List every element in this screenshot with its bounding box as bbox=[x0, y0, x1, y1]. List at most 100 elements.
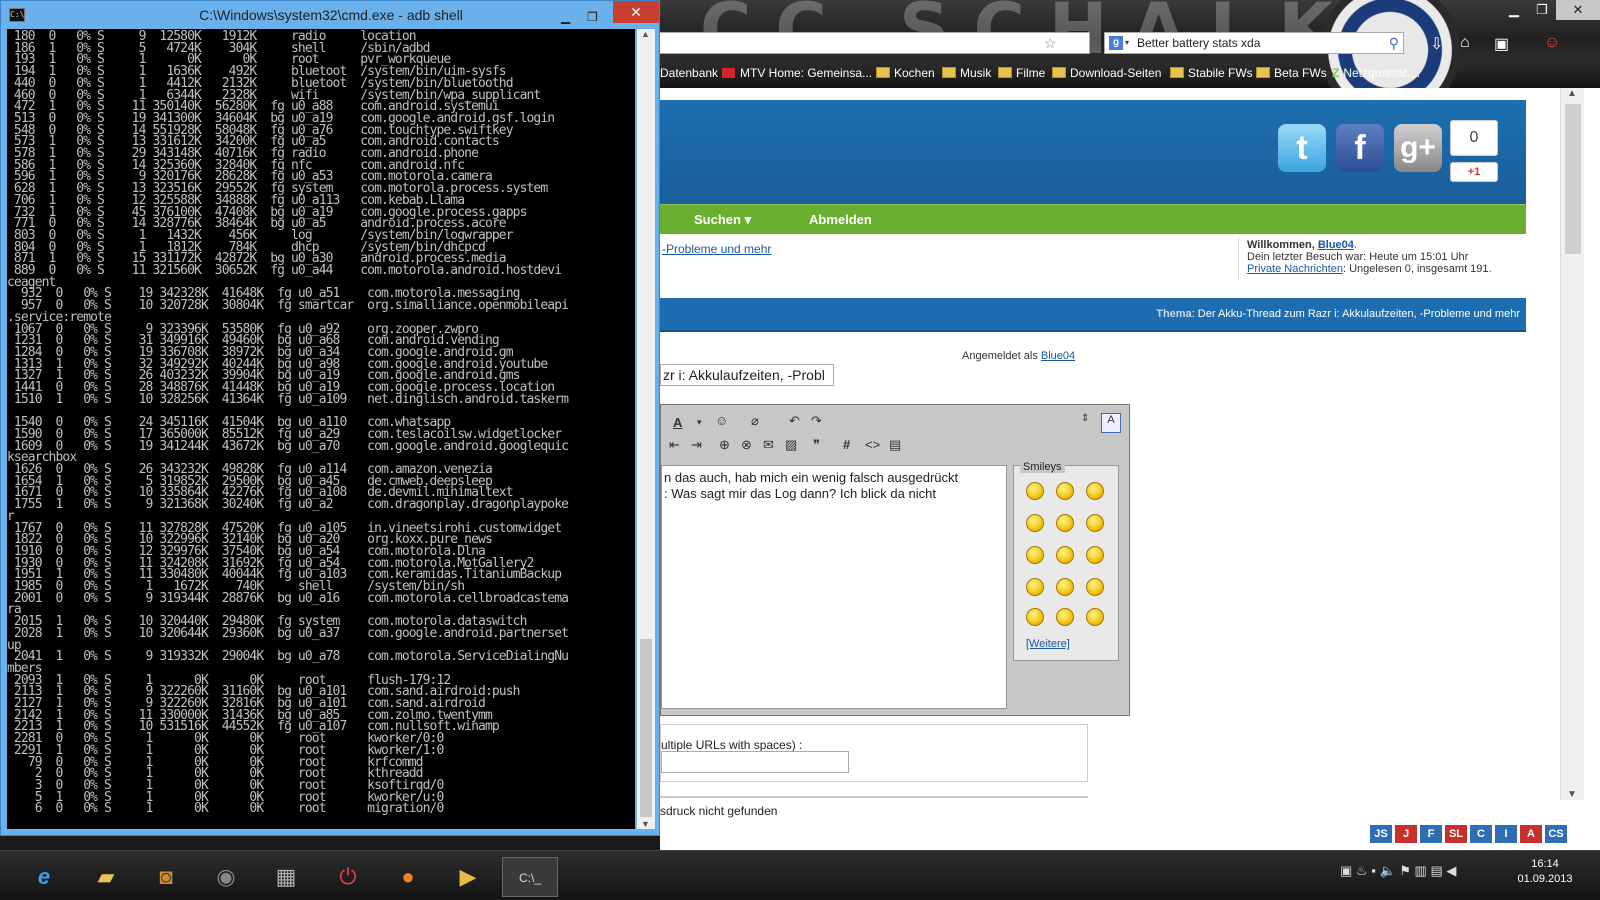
bookmark-item[interactable]: MTV Home: Gemeinsa... bbox=[722, 66, 872, 80]
undo-icon[interactable]: ↶ bbox=[789, 413, 800, 429]
lang-button[interactable]: J bbox=[1395, 825, 1417, 843]
bookmark-star-icon[interactable]: ☆ bbox=[1044, 35, 1057, 52]
power-icon[interactable]: ⏻ bbox=[320, 857, 376, 897]
attachment-icon[interactable]: ⌀ bbox=[751, 413, 759, 429]
breadcrumb-link[interactable]: -Probleme und mehr bbox=[662, 242, 771, 256]
smiley-icon[interactable] bbox=[1026, 608, 1044, 626]
browser-maximize-button[interactable]: ❐ bbox=[1528, 0, 1556, 20]
addon-icon[interactable]: ☺ bbox=[1544, 34, 1560, 52]
scroll-down-icon[interactable]: ▼ bbox=[641, 819, 650, 829]
indent-icon[interactable]: ⇥ bbox=[691, 437, 702, 453]
home-icon[interactable]: ⌂ bbox=[1460, 34, 1470, 52]
code-icon[interactable]: <> bbox=[865, 437, 880, 452]
gplus-one-button[interactable]: +1 bbox=[1450, 162, 1498, 182]
unlink-icon[interactable]: ⊗ bbox=[741, 437, 752, 453]
bookmark-folder[interactable]: Beta FWs bbox=[1256, 66, 1327, 80]
redo-icon[interactable]: ↷ bbox=[811, 413, 822, 429]
smiley-icon[interactable] bbox=[1086, 546, 1104, 564]
tray-icon[interactable]: ▣ bbox=[1340, 863, 1352, 878]
more-smileys-link[interactable]: [Weitere] bbox=[1026, 638, 1070, 650]
lang-button[interactable]: A bbox=[1520, 825, 1542, 843]
lang-button[interactable]: SL bbox=[1445, 825, 1467, 843]
color-dropdown-icon[interactable]: ▾ bbox=[697, 417, 702, 428]
video-player-icon[interactable]: ▶ bbox=[440, 857, 496, 897]
url-bar[interactable]: ☆ bbox=[660, 32, 1090, 54]
browser-close-button[interactable]: ✕ bbox=[1556, 0, 1600, 20]
bookmark-folder[interactable]: Stabile FWs bbox=[1170, 66, 1253, 80]
quote-icon[interactable]: ❞ bbox=[813, 437, 820, 453]
bookmark-folder[interactable]: Musik bbox=[942, 66, 991, 80]
smiley-icon[interactable] bbox=[1056, 578, 1074, 596]
cmd-maximize-button[interactable]: ❐ bbox=[587, 3, 598, 31]
lang-button[interactable]: C bbox=[1470, 825, 1492, 843]
smiley-icon[interactable] bbox=[1056, 608, 1074, 626]
page-scrollbar[interactable]: ▲ ▼ bbox=[1560, 88, 1584, 800]
nav-search[interactable]: Suchen ▾ bbox=[694, 212, 751, 228]
lang-button[interactable]: I bbox=[1495, 825, 1517, 843]
smiley-icon[interactable] bbox=[1026, 578, 1044, 596]
email-icon[interactable]: ✉ bbox=[763, 437, 774, 453]
message-textarea[interactable]: n das auch, hab mich ein wenig falsch au… bbox=[661, 465, 1007, 709]
smiley-icon[interactable] bbox=[1056, 514, 1074, 532]
search-bar[interactable]: g ▾ Better battery stats xda ⚲ bbox=[1104, 32, 1404, 54]
cmd-close-button[interactable]: ✕ bbox=[613, 1, 659, 23]
lang-button[interactable]: F bbox=[1420, 825, 1442, 843]
smiley-icon[interactable] bbox=[1026, 482, 1044, 500]
scroll-thumb[interactable] bbox=[640, 639, 652, 817]
tray-icon[interactable]: ▤ bbox=[1430, 863, 1442, 878]
hash-icon[interactable]: # bbox=[843, 437, 850, 452]
smiley-icon[interactable] bbox=[1086, 514, 1104, 532]
smiley-icon[interactable] bbox=[1026, 514, 1044, 532]
bookmark-folder[interactable]: Download-Seiten bbox=[1052, 66, 1161, 80]
bookmark-folder[interactable]: Filme bbox=[998, 66, 1045, 80]
smiley-icon[interactable] bbox=[1056, 482, 1074, 500]
bookmark-folder[interactable]: Kochen bbox=[876, 66, 935, 80]
post-title-input[interactable]: zr i: Akkulaufzeiten, -Probl bbox=[660, 364, 834, 386]
flag-icon[interactable]: ⚑ bbox=[1399, 863, 1411, 878]
firefox-icon[interactable]: ● bbox=[380, 857, 436, 897]
smiley-icon[interactable] bbox=[1086, 578, 1104, 596]
taskbar-clock[interactable]: 16:14 01.09.2013 bbox=[1510, 857, 1580, 887]
tray-icon[interactable]: ▪ bbox=[1371, 863, 1376, 878]
image-icon[interactable]: ▨ bbox=[785, 437, 797, 453]
bookmarks-menu-icon[interactable]: ▣ bbox=[1494, 34, 1509, 54]
tray-icon[interactable]: ♨ bbox=[1356, 863, 1368, 878]
smiley-icon[interactable] bbox=[1026, 546, 1044, 564]
switch-editor-mode-icon[interactable]: A bbox=[1101, 413, 1121, 433]
smiley-icon[interactable] bbox=[1086, 482, 1104, 500]
resize-icon[interactable]: ⇕ bbox=[1081, 413, 1089, 424]
media-player-icon[interactable]: ◉ bbox=[198, 857, 254, 897]
search-icon[interactable]: ⚲ bbox=[1389, 33, 1399, 53]
nav-logout[interactable]: Abmelden bbox=[809, 212, 872, 227]
smiley-icon[interactable] bbox=[1056, 546, 1074, 564]
internet-explorer-icon[interactable]: e bbox=[16, 857, 72, 897]
lang-button[interactable]: JS bbox=[1370, 825, 1392, 843]
logged-in-user-link[interactable]: Blue04 bbox=[1041, 350, 1075, 362]
scroll-thumb[interactable] bbox=[1565, 104, 1581, 254]
app-icon-2[interactable]: ▦ bbox=[258, 857, 314, 897]
bookmark-item[interactable]: Z Netzqualität:... bbox=[1332, 66, 1420, 80]
facebook-icon[interactable]: f bbox=[1336, 124, 1384, 172]
engine-dropdown-icon[interactable]: ▾ bbox=[1125, 33, 1129, 53]
twitter-icon[interactable]: t bbox=[1278, 124, 1326, 172]
php-icon[interactable]: ▤ bbox=[889, 437, 901, 453]
console-output[interactable]: 180 0 0% S 9 12580K 1912K radio location… bbox=[7, 29, 635, 829]
bookmark-item[interactable]: Datenbank bbox=[660, 66, 718, 80]
link-icon[interactable]: ⊕ bbox=[719, 437, 730, 453]
google-plus-icon[interactable]: g+ bbox=[1394, 124, 1442, 172]
scroll-down-icon[interactable]: ▼ bbox=[1567, 789, 1577, 800]
cmd-minimize-button[interactable]: ▁ bbox=[561, 3, 570, 31]
download-icon[interactable]: ⇩ bbox=[1430, 34, 1443, 54]
speaker-icon[interactable]: ◀ bbox=[1446, 863, 1456, 878]
scroll-up-icon[interactable]: ▲ bbox=[641, 29, 650, 39]
user-link[interactable]: Blue04 bbox=[1318, 239, 1354, 251]
url-input[interactable] bbox=[661, 751, 849, 773]
cmd-titlebar[interactable]: C:\ C:\Windows\system32\cmd.exe - adb sh… bbox=[1, 1, 661, 29]
browser-minimize-button[interactable]: ▁ bbox=[1500, 0, 1528, 20]
app-icon-1[interactable]: ◙ bbox=[138, 857, 194, 897]
lang-button[interactable]: CS bbox=[1545, 825, 1567, 843]
text-color-icon[interactable]: A bbox=[673, 415, 682, 430]
cmd-taskbar-icon[interactable]: C:\_ bbox=[502, 857, 558, 897]
volume-icon[interactable]: 🔈 bbox=[1379, 863, 1395, 878]
file-explorer-icon[interactable]: ▰ bbox=[78, 857, 134, 897]
